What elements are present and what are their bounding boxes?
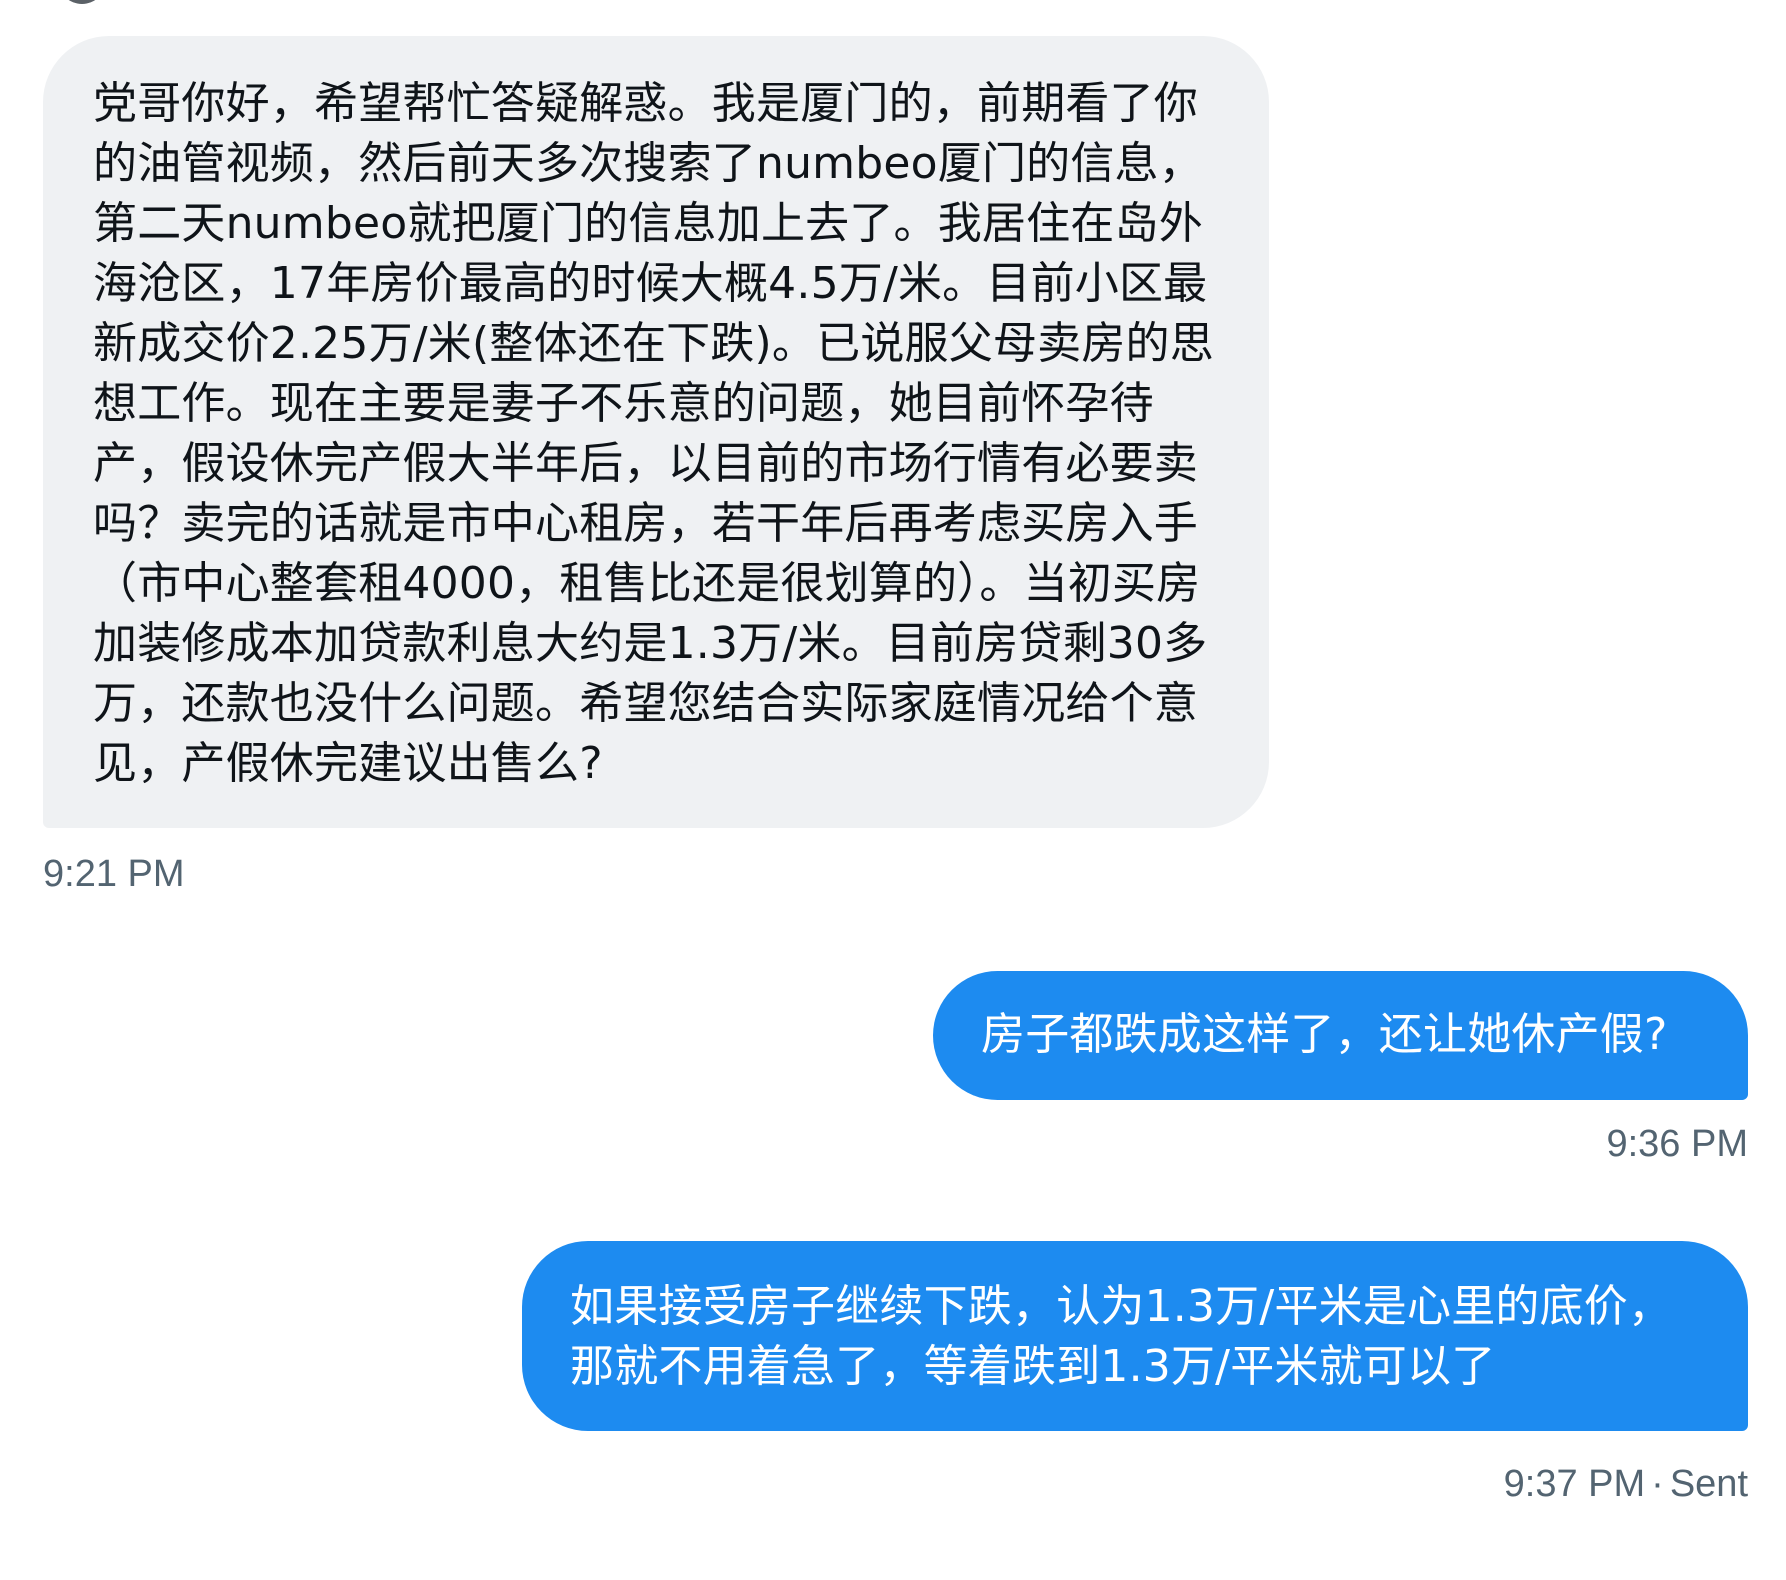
message-text: 党哥你好，希望帮忙答疑解惑。我是厦门的，前期看了你的油管视频，然后前天多次搜索了… (93, 78, 1214, 789)
message-timestamp: 9:21 PM (43, 853, 185, 895)
message-timestamp-with-status: 9:37 PM · Sent (1504, 1462, 1748, 1506)
dm-conversation: 党哥你好，希望帮忙答疑解惑。我是厦门的，前期看了你的油管视频，然后前天多次搜索了… (0, 0, 1786, 1580)
sent-message-bubble[interactable]: 房子都跌成这样了，还让她休产假? (933, 971, 1748, 1100)
message-text: 房子都跌成这样了，还让她休产假? (981, 1009, 1668, 1060)
message-text: 如果接受房子继续下跌，认为1.3万/平米是心里的底价，那就不用着急了，等着跌到1… (570, 1281, 1673, 1392)
message-timestamp: 9:36 PM (1606, 1123, 1748, 1165)
received-message-bubble[interactable]: 党哥你好，希望帮忙答疑解惑。我是厦门的，前期看了你的油管视频，然后前天多次搜索了… (43, 36, 1269, 828)
avatar[interactable] (58, 0, 106, 4)
sent-message-bubble[interactable]: 如果接受房子继续下跌，认为1.3万/平米是心里的底价，那就不用着急了，等着跌到1… (522, 1241, 1748, 1431)
separator-dot: · (1651, 1463, 1664, 1505)
message-time: 9:37 PM (1503, 1463, 1646, 1505)
delivery-status: Sent (1669, 1463, 1748, 1505)
